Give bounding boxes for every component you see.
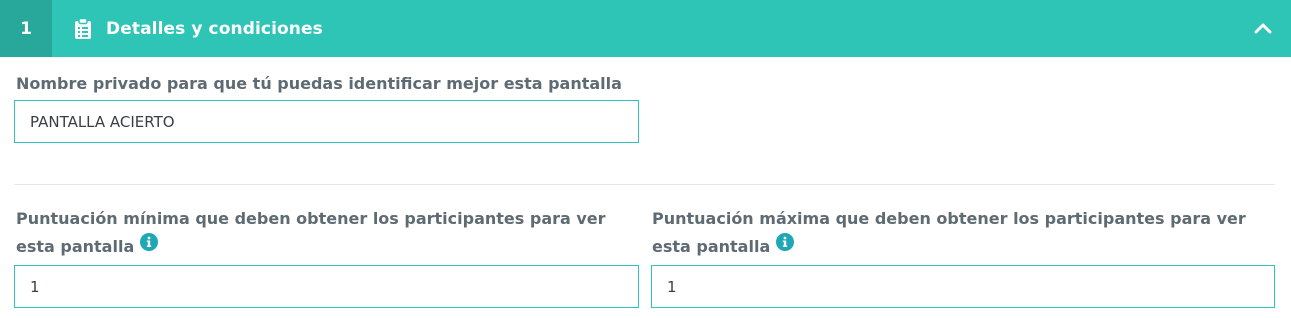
max-score-label-line2-wrapper: esta pantalla [652,232,1246,262]
max-score-input[interactable] [651,265,1275,308]
min-score-input[interactable] [14,265,639,308]
clipboard-icon [74,17,92,40]
step-number: 1 [0,0,52,57]
max-score-label-line1: Puntuación máxima que deben obtener los … [652,209,1246,228]
private-name-label: Nombre privado para que tú puedas identi… [16,74,622,93]
private-name-input[interactable] [14,100,639,143]
min-score-label-line2: esta pantalla [16,237,135,256]
max-score-label-line2: esta pantalla [652,237,771,256]
max-score-label: Puntuación máxima que deben obtener los … [652,205,1246,262]
min-score-label: Puntuación mínima que deben obtener los … [16,205,606,262]
collapse-button[interactable] [1251,16,1275,40]
section-header[interactable]: 1 Detalles y condiciones [0,0,1291,57]
info-icon[interactable] [140,232,159,260]
min-score-label-line2-wrapper: esta pantalla [16,232,606,262]
info-icon[interactable] [776,232,795,260]
chevron-up-icon [1254,23,1272,34]
section-title: Detalles y condiciones [106,18,323,39]
min-score-label-line1: Puntuación mínima que deben obtener los … [16,209,606,228]
divider [14,184,1275,185]
